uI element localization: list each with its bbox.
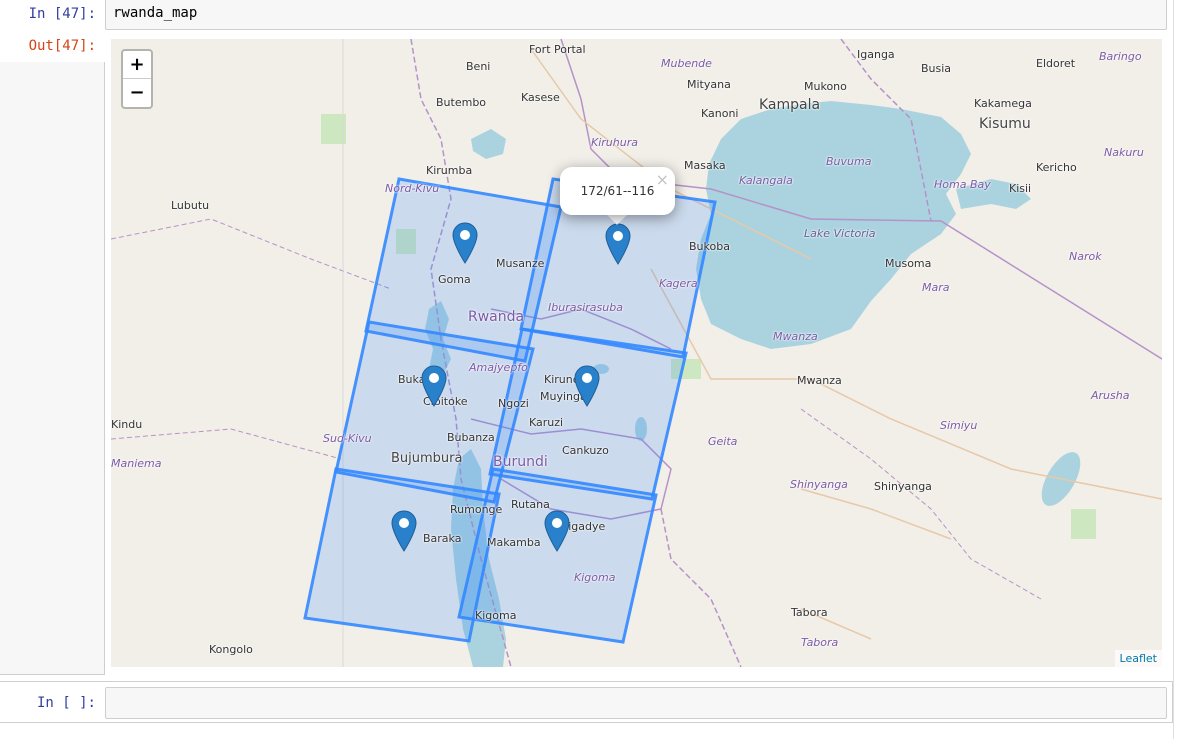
- label-geita: Geita: [708, 435, 738, 448]
- label-butembo: Butembo: [436, 96, 487, 109]
- label-karuzi: Karuzi: [529, 416, 564, 429]
- label-goma: Goma: [438, 273, 471, 286]
- empty-input-prompt: In [ ]:: [36, 695, 96, 711]
- label-lubutu: Lubutu: [171, 199, 210, 212]
- code-cell-empty[interactable]: [105, 687, 1167, 719]
- label-kisii: Kisii: [1009, 182, 1032, 195]
- label-masaka: Masaka: [684, 159, 726, 172]
- label-mukono: Mukono: [804, 80, 847, 93]
- label-maniema: Maniema: [111, 457, 162, 470]
- leaflet-attribution-link[interactable]: Leaflet: [1114, 650, 1162, 667]
- label-cankuzo: Cankuzo: [562, 444, 609, 457]
- label-arusha: Arusha: [1091, 389, 1130, 402]
- label-kagera: Kagera: [659, 277, 698, 290]
- label-simiyu: Simiyu: [940, 419, 978, 432]
- leaflet-map[interactable]: Fort Portal Beni Mubende Iganga Busia El…: [111, 39, 1162, 667]
- label-homa-bay: Homa Bay: [934, 178, 991, 191]
- map-marker-icon[interactable]: [605, 223, 631, 265]
- lake-edward: [471, 129, 506, 159]
- label-sud-kivu: Sud-Kivu: [323, 432, 372, 445]
- output-gutter: [0, 62, 105, 675]
- label-kasese: Kasese: [521, 91, 560, 104]
- label-buvuma: Buvuma: [826, 155, 872, 168]
- label-kigoma-region: Kigoma: [574, 571, 616, 584]
- label-mubende: Mubende: [661, 57, 712, 70]
- label-musoma: Musoma: [885, 257, 932, 270]
- label-kampala: Kampala: [759, 97, 821, 113]
- zoom-out-button[interactable]: −: [123, 79, 151, 106]
- label-rumonge: Rumonge: [450, 503, 503, 516]
- label-mwanza: Mwanza: [797, 374, 842, 387]
- marker-popup: 172/61--116 ×: [560, 167, 675, 215]
- label-nakuru: Nakuru: [1104, 146, 1144, 159]
- label-kirumba: Kirumba: [426, 164, 473, 177]
- map-tiles: [111, 39, 1162, 667]
- label-kongolo: Kongolo: [209, 643, 253, 656]
- zoom-in-button[interactable]: +: [123, 51, 151, 79]
- label-shinyanga: Shinyanga: [874, 480, 932, 493]
- label-iburasirasuba: Iburasirasuba: [548, 301, 623, 314]
- label-mwanza-region: Mwanza: [773, 330, 818, 343]
- label-iganga: Iganga: [857, 48, 895, 61]
- label-kigoma: Kigoma: [475, 609, 517, 622]
- code-cell-input[interactable]: rwanda_map: [105, 0, 1167, 30]
- zoom-control: + −: [121, 49, 153, 109]
- label-kalangala: Kalangala: [739, 174, 793, 187]
- label-kindu: Kindu: [111, 418, 143, 431]
- label-kericho: Kericho: [1036, 161, 1077, 174]
- map-marker-icon[interactable]: [452, 222, 478, 264]
- label-musanze: Musanze: [496, 257, 545, 270]
- map-marker-icon[interactable]: [421, 365, 447, 407]
- label-kakamega: Kakamega: [974, 97, 1032, 110]
- label-baringo: Baringo: [1099, 50, 1142, 63]
- label-mara: Mara: [922, 281, 950, 294]
- label-bujumbura: Bujumbura: [391, 451, 463, 466]
- label-tabora-region: Tabora: [801, 636, 839, 649]
- map-marker-icon[interactable]: [391, 510, 417, 552]
- label-nord-kivu: Nord-Kivu: [385, 182, 440, 195]
- footprints: [303, 177, 717, 644]
- map-marker-icon[interactable]: [544, 510, 570, 552]
- label-burundi: Burundi: [493, 454, 548, 470]
- label-makamba: Makamba: [487, 536, 541, 549]
- label-bukoba: Bukoba: [689, 240, 730, 253]
- label-lake-victoria: Lake Victoria: [804, 227, 876, 240]
- label-shinyanga-region: Shinyanga: [790, 478, 848, 491]
- popup-close-button[interactable]: ×: [656, 170, 669, 189]
- input-prompt: In [47]:: [28, 6, 96, 22]
- label-kisumu: Kisumu: [979, 116, 1031, 132]
- label-rwanda: Rwanda: [468, 309, 525, 325]
- map-marker-icon[interactable]: [574, 365, 600, 407]
- label-beni: Beni: [466, 60, 491, 73]
- label-ngozi: Ngozi: [498, 397, 529, 410]
- lake-victoria: [696, 101, 971, 349]
- label-busia: Busia: [921, 62, 952, 75]
- label-kiruhura: Kiruhura: [591, 136, 638, 149]
- output-prompt: Out[47]:: [28, 38, 96, 54]
- label-mityana: Mityana: [687, 78, 731, 91]
- label-amajyepfo: Amajyepfo: [469, 361, 528, 374]
- label-narok: Narok: [1069, 250, 1102, 263]
- label-bubanza: Bubanza: [447, 431, 495, 444]
- label-kanoni: Kanoni: [701, 107, 739, 120]
- scrollbar-edge: [1173, 0, 1174, 739]
- label-baraka: Baraka: [423, 532, 462, 545]
- label-fort-portal: Fort Portal: [529, 43, 586, 56]
- label-tabora: Tabora: [791, 606, 828, 619]
- code-text: rwanda_map: [113, 5, 198, 21]
- label-eldoret: Eldoret: [1036, 57, 1076, 70]
